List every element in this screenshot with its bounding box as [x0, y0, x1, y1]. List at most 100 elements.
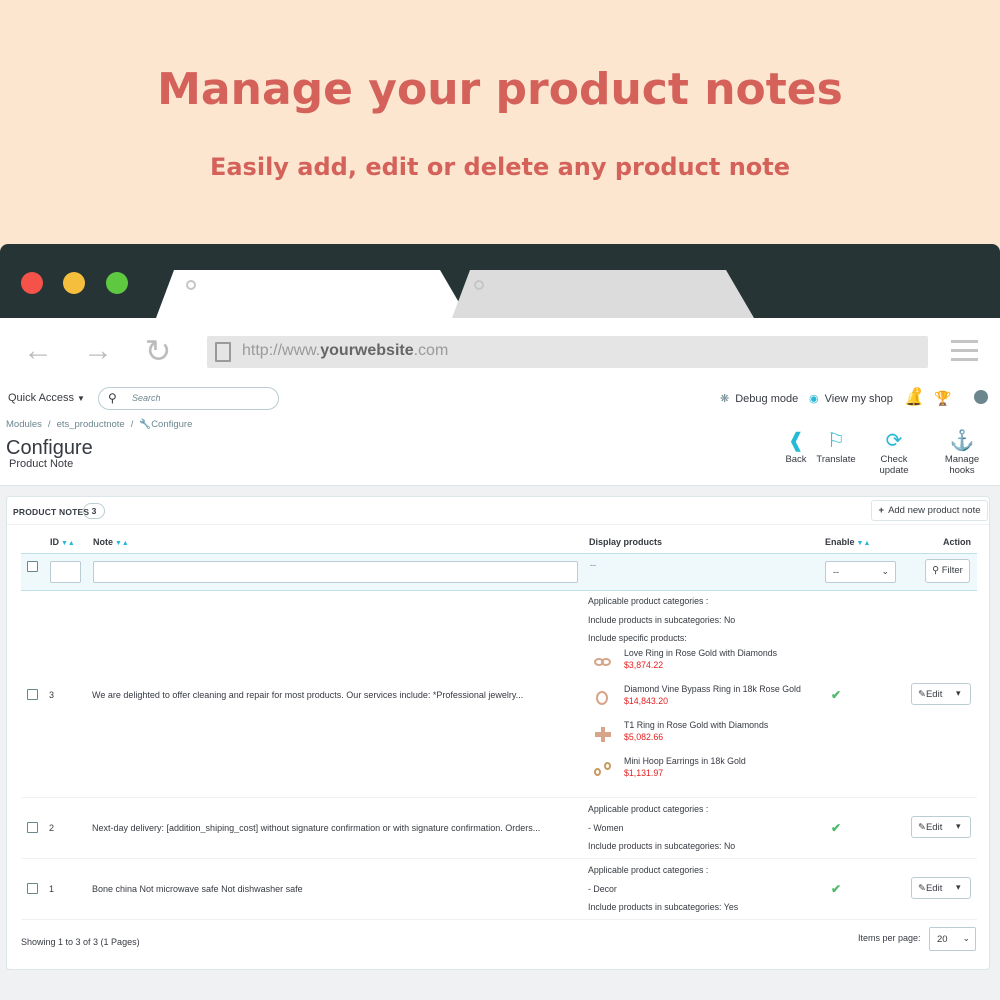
search-input[interactable]: ⚲ Search	[98, 387, 279, 410]
hamburger-menu-icon[interactable]	[951, 340, 978, 362]
count-badge: 3	[83, 503, 105, 519]
back-button[interactable]: ❰ Back	[785, 430, 807, 465]
enable-filter-select[interactable]: -- ⌄	[825, 561, 896, 583]
admin-header: Quick Access ▼ ⚲ Search ❋ Debug mode ◉ View…	[0, 382, 1000, 486]
browser-titlebar	[0, 244, 1000, 318]
browser-tab-active[interactable]	[156, 270, 468, 318]
row-note: We are delighted to offer cleaning and r…	[92, 690, 524, 700]
promo-banner: Manage your product notes Easily add, ed…	[0, 0, 1000, 244]
plus-icon: +	[878, 505, 885, 516]
back-arrow-icon[interactable]: ←	[22, 336, 54, 366]
product-item: Mini Hoop Earrings in 18k Gold $1,131.97	[588, 756, 813, 792]
quick-access-dropdown[interactable]: Quick Access ▼	[8, 392, 85, 404]
row-note: Bone china Not microwave safe Not dishwa…	[92, 884, 303, 894]
row-checkbox[interactable]	[27, 689, 38, 700]
page-icon	[215, 342, 231, 362]
column-header-id[interactable]: ID ▼▲	[50, 537, 75, 547]
promo-title: Manage your product notes	[157, 64, 843, 115]
edit-button[interactable]: ✎Edit ▾	[911, 683, 971, 705]
edit-button[interactable]: ✎Edit ▾	[911, 816, 971, 838]
add-product-note-button[interactable]: + Add new product note	[871, 500, 988, 521]
column-header-enable[interactable]: Enable ▼▲	[825, 537, 870, 547]
panel-heading: PRODUCT NOTES 3 + Add new product note	[7, 497, 989, 525]
view-shop-link[interactable]: ◉ View my shop	[809, 392, 893, 405]
caret-down-icon[interactable]: ▾	[956, 821, 961, 832]
column-header-display: Display products	[589, 537, 663, 547]
bug-icon: ❋	[720, 393, 730, 405]
flag-icon: ⚐	[827, 430, 845, 452]
chevron-down-icon: ⌄	[962, 933, 970, 943]
maximize-window-button[interactable]	[106, 272, 128, 294]
user-avatar-icon[interactable]	[974, 390, 988, 404]
filter-button[interactable]: ⚲ Filter	[925, 559, 970, 583]
product-item: Diamond Vine Bypass Ring in 18k Rose Gol…	[588, 684, 813, 720]
product-thumbnail	[592, 760, 614, 780]
product-thumbnail	[592, 652, 614, 672]
row-id: 3	[49, 690, 55, 700]
notifications-bell-icon[interactable]: 🔔 1	[905, 387, 922, 407]
column-header-note[interactable]: Note ▼▲	[93, 537, 129, 547]
page-subtitle: Product Note	[9, 458, 74, 470]
close-window-button[interactable]	[21, 272, 43, 294]
table-row: 2 Next-day delivery: [addition_shiping_c…	[21, 799, 977, 859]
translate-button[interactable]: ⚐ Translate	[815, 430, 857, 465]
items-per-page-label: Items per page:	[858, 933, 921, 943]
display-products-cell: Applicable product categories : - Decor …	[588, 865, 739, 912]
sort-icon[interactable]: ▼▲	[115, 540, 129, 547]
display-products-cell: Applicable product categories : Include …	[588, 592, 813, 792]
admin-page: Quick Access ▼ ⚲ Search ❋ Debug mode ◉ View…	[0, 382, 1000, 1000]
search-icon: ⚲	[932, 565, 940, 576]
chevron-down-icon: ⌄	[881, 566, 889, 576]
row-checkbox[interactable]	[27, 883, 38, 894]
pagination-summary: Showing 1 to 3 of 3 (1 Pages)	[21, 937, 140, 947]
wrench-icon: 🔧	[139, 419, 152, 430]
browser-toolbar: ← → ↻ http://www.yourwebsite.com	[0, 318, 1000, 382]
product-thumbnail	[592, 688, 614, 708]
tab-close-icon[interactable]	[186, 280, 196, 290]
product-item: T1 Ring in Rose Gold with Diamonds $5,08…	[588, 720, 813, 756]
display-filter-placeholder: --	[590, 560, 596, 570]
address-bar[interactable]: http://www.yourwebsite.com	[207, 336, 928, 368]
tab-close-icon[interactable]	[474, 280, 484, 290]
notification-badge: 1	[913, 387, 921, 395]
breadcrumb-modules[interactable]: Modules	[6, 419, 42, 430]
minimize-window-button[interactable]	[63, 272, 85, 294]
items-per-page-select[interactable]: 20 ⌄	[929, 927, 976, 951]
note-filter-input[interactable]	[93, 561, 578, 583]
forward-arrow-icon[interactable]: →	[82, 336, 114, 366]
enabled-check-icon[interactable]: ✔	[831, 882, 841, 896]
breadcrumb: Modules / ets_productnote / 🔧Configure	[6, 419, 193, 430]
search-icon: ⚲	[108, 391, 117, 405]
row-checkbox[interactable]	[27, 822, 38, 833]
browser-tab-inactive[interactable]	[452, 270, 754, 318]
product-notes-panel: PRODUCT NOTES 3 + Add new product note ID…	[6, 496, 990, 970]
url-text: http://www.yourwebsite.com	[242, 342, 449, 359]
row-id: 2	[49, 823, 55, 833]
caret-down-icon: ▼	[77, 394, 85, 403]
pencil-icon: ✎	[918, 822, 926, 833]
check-update-button[interactable]: ⟳ Check update	[865, 430, 923, 476]
column-header-action: Action	[943, 537, 971, 547]
promo-subtitle: Easily add, edit or delete any product n…	[209, 153, 791, 181]
enabled-check-icon[interactable]: ✔	[831, 688, 841, 702]
search-placeholder: Search	[132, 393, 161, 403]
table-row: 3 We are delighted to offer cleaning and…	[21, 592, 977, 798]
caret-down-icon[interactable]: ▾	[956, 688, 961, 699]
trophy-icon[interactable]: 🏆	[934, 390, 951, 407]
enabled-check-icon[interactable]: ✔	[831, 821, 841, 835]
sort-icon[interactable]: ▼▲	[61, 540, 75, 547]
id-filter-input[interactable]	[50, 561, 81, 583]
refresh-icon: ⟳	[885, 430, 903, 452]
edit-button[interactable]: ✎Edit ▾	[911, 877, 971, 899]
pencil-icon: ✎	[918, 883, 926, 894]
page-title: Configure	[6, 437, 93, 459]
breadcrumb-module[interactable]: ets_productnote	[57, 419, 125, 430]
reload-icon[interactable]: ↻	[142, 335, 174, 367]
filter-row: -- -- ⌄ ⚲ Filter	[21, 553, 977, 591]
sort-icon[interactable]: ▼▲	[857, 540, 871, 547]
manage-hooks-button[interactable]: ⚓ Manage hooks	[931, 430, 993, 476]
caret-down-icon[interactable]: ▾	[956, 882, 961, 893]
select-all-checkbox[interactable]	[27, 561, 38, 572]
debug-mode-link[interactable]: ❋ Debug mode	[720, 392, 798, 405]
breadcrumb-configure: Configure	[151, 419, 193, 430]
